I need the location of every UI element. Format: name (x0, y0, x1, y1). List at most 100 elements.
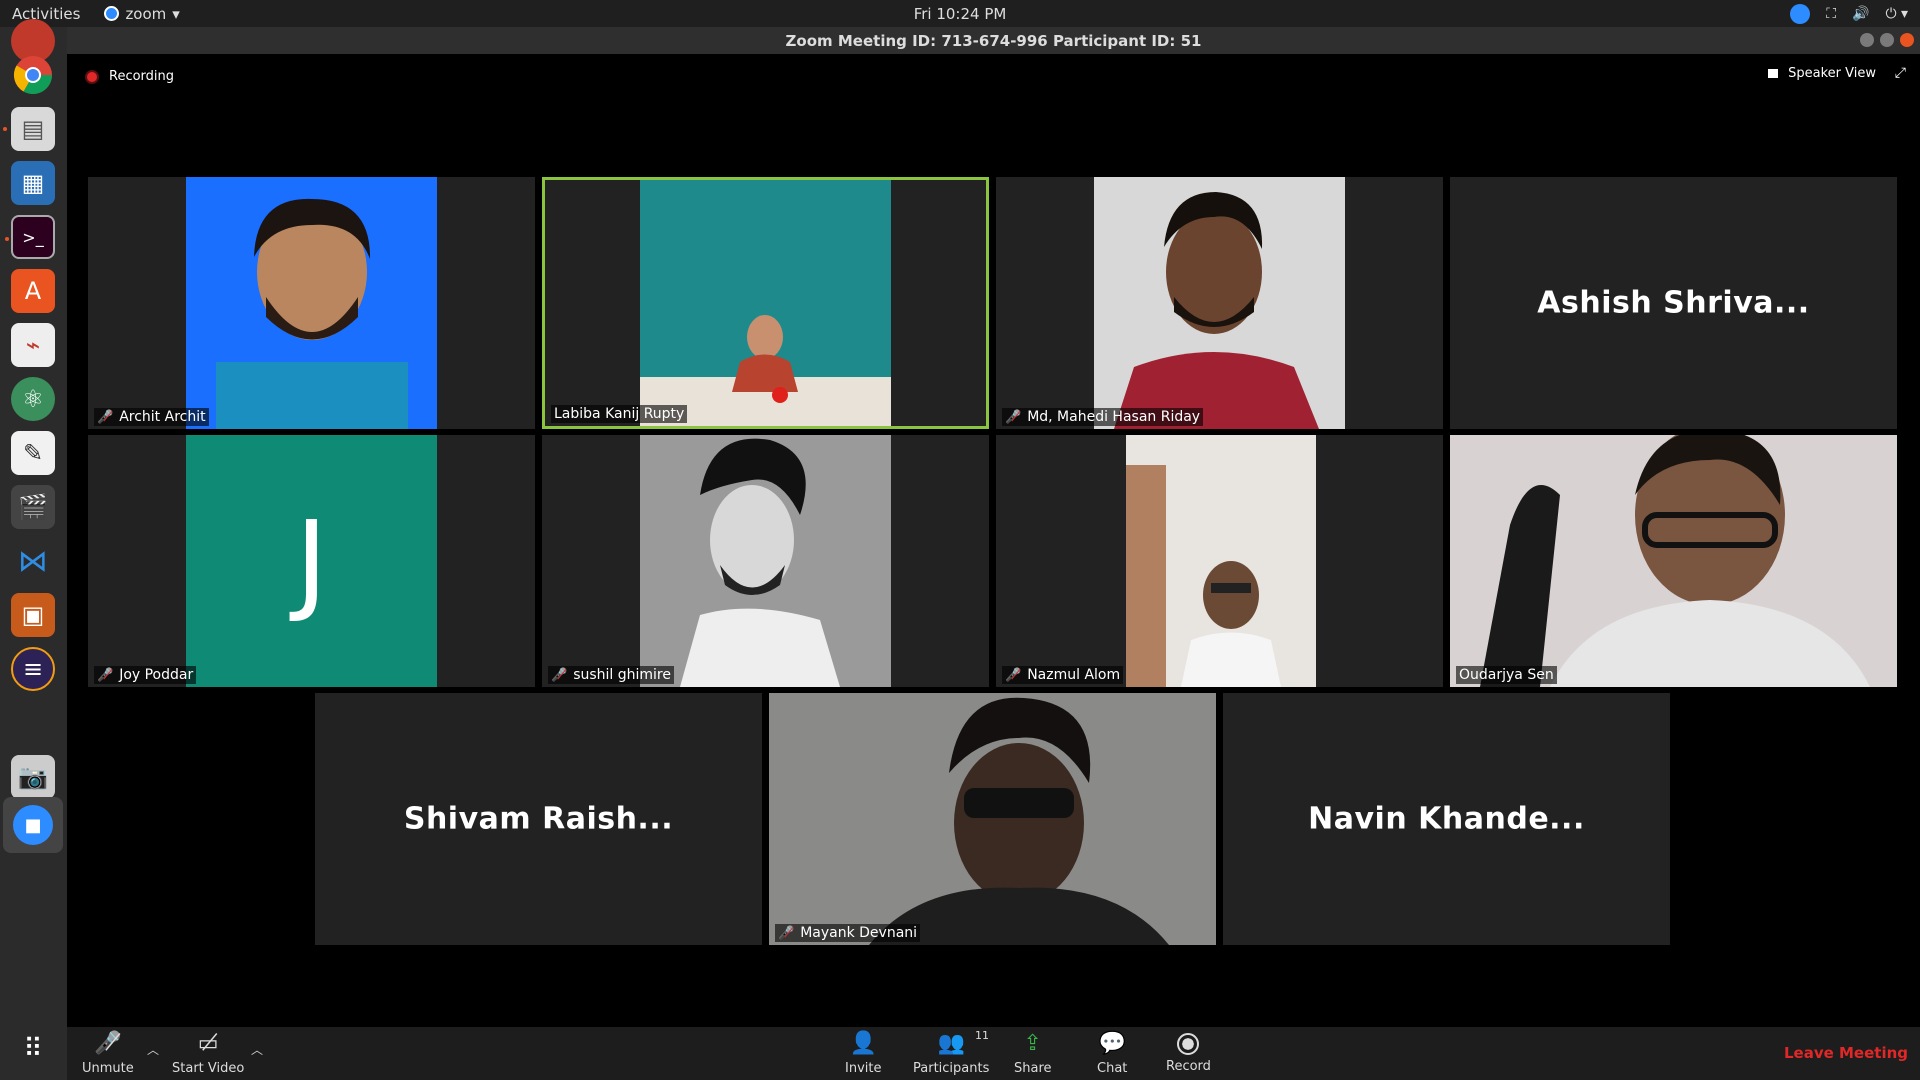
start-video-button[interactable]: ▭̸ Start Video (172, 1031, 244, 1076)
clock[interactable]: Fri 10:24 PM (914, 5, 1007, 23)
activities-button[interactable]: Activities (12, 5, 80, 23)
participant-video (1126, 435, 1316, 687)
participant-name: Labiba Kanij Rupty (554, 406, 685, 422)
chevron-down-icon: ▾ (172, 4, 180, 23)
muted-mic-icon: 🎤̸ (1005, 409, 1022, 425)
eclipse-icon[interactable]: ≡ (11, 647, 55, 691)
presentation-icon[interactable]: ▣ (11, 593, 55, 637)
unmute-label: Unmute (82, 1061, 134, 1076)
invite-button[interactable]: 👤 Invite (845, 1031, 881, 1076)
participant-tile-active-speaker[interactable]: Labiba Kanij Rupty (542, 177, 989, 429)
participant-tile-no-video[interactable]: Navin Khande... (1223, 693, 1670, 945)
share-button[interactable]: ⇪ Share (1014, 1031, 1052, 1076)
participants-icon: 👥 (937, 1031, 965, 1056)
software-center-icon[interactable]: A (11, 269, 55, 313)
atom-icon[interactable]: ⚛ (11, 377, 55, 421)
participant-name-tag: 🎤̸ Joy Poddar (94, 666, 197, 684)
participant-video (1094, 177, 1345, 429)
participant-name: Oudarjya Sen (1459, 667, 1554, 683)
participant-name: Archit Archit (119, 409, 206, 425)
window-controls (1860, 33, 1914, 47)
participant-name: Nazmul Alom (1027, 667, 1121, 683)
participant-video (640, 435, 891, 687)
zoom-camera-icon: ■ (13, 805, 53, 845)
audio-options-caret-icon[interactable]: ︿ (147, 1041, 159, 1058)
participant-tile[interactable]: Oudarjya Sen (1450, 435, 1897, 687)
participant-name-large: Shivam Raish... (403, 801, 674, 837)
participant-video (1450, 435, 1897, 687)
participant-tile[interactable]: 🎤̸ sushil ghimire (542, 435, 989, 687)
app-grid-icon[interactable]: ⠿ (11, 1027, 55, 1071)
fullscreen-icon[interactable]: ⤢ (1895, 65, 1906, 81)
document-icon[interactable]: ▦ (11, 161, 55, 205)
participant-name-tag: 🎤̸ Archit Archit (94, 408, 209, 426)
muted-mic-icon: 🎤̸ (97, 409, 114, 425)
participant-name-tag: 🎤̸ Nazmul Alom (1002, 666, 1124, 684)
zoom-dock-icon[interactable]: ■ (3, 797, 63, 853)
speaker-view-button[interactable]: Speaker View (1768, 66, 1876, 81)
participants-label: Participants (913, 1061, 990, 1076)
participant-tile[interactable]: 🎤̸ Md, Mahedi Hasan Riday (996, 177, 1443, 429)
participant-tile-no-video[interactable]: Shivam Raish... (315, 693, 762, 945)
invite-label: Invite (845, 1061, 882, 1076)
unmute-button[interactable]: 🎤̸ Unmute (82, 1031, 134, 1076)
participant-tile-no-video[interactable]: Ashish Shriva... (1450, 177, 1897, 429)
participant-name: sushil ghimire (573, 667, 671, 683)
files-icon[interactable]: ▤ (3, 107, 55, 151)
participant-tile[interactable]: 🎤̸ Mayank Devnani (769, 693, 1216, 945)
volume-icon[interactable]: 🔊 (1852, 6, 1869, 22)
text-editor-icon[interactable]: ✎ (11, 431, 55, 475)
speaker-view-label: Speaker View (1788, 66, 1876, 81)
start-video-label: Start Video (172, 1061, 245, 1076)
share-screen-icon: ⇪ (1023, 1031, 1042, 1056)
app-menu[interactable]: zoom ▾ (104, 4, 180, 23)
window-title: Zoom Meeting ID: 713-674-996 Participant… (785, 31, 1202, 50)
leave-meeting-button[interactable]: Leave Meeting (1784, 1044, 1908, 1062)
participant-name: Mayank Devnani (800, 925, 918, 941)
participant-tile-no-video[interactable]: J 🎤̸ Joy Poddar (88, 435, 535, 687)
pdf-reader-icon[interactable]: ⌁ (11, 323, 55, 367)
participant-name-large: Navin Khande... (1308, 801, 1585, 837)
participant-tile[interactable]: 🎤̸ Archit Archit (88, 177, 535, 429)
network-icon[interactable]: ⛶ (1826, 6, 1836, 22)
muted-mic-icon: 🎤̸ (778, 925, 795, 941)
close-button[interactable] (1900, 33, 1914, 47)
clock-container: Fri 10:24 PM (0, 5, 1920, 23)
participant-name-tag: Oudarjya Sen (1456, 666, 1557, 684)
ubuntu-dock: ▤ ▦ >_ A ⌁ ⚛ ✎ 🎬 ⋈ ▣ ≡ 📷 ■ ⠿ (0, 19, 67, 1080)
participant-name: Md, Mahedi Hasan Riday (1027, 409, 1201, 425)
chat-button[interactable]: 💬 Chat (1097, 1031, 1127, 1076)
camera-icon[interactable]: 📷 (11, 755, 55, 799)
zoom-window-titlebar: Zoom Meeting ID: 713-674-996 Participant… (67, 27, 1920, 54)
chat-label: Chat (1097, 1061, 1128, 1076)
participant-video (640, 180, 891, 426)
video-editor-icon[interactable]: 🎬 (11, 485, 55, 529)
record-dot-icon (87, 71, 97, 82)
maximize-button[interactable] (1880, 33, 1894, 47)
muted-mic-icon: 🎤̸ (551, 667, 568, 683)
system-top-bar: Activities zoom ▾ Fri 10:24 PM ⛶ 🔊 ⏻ ▾ (0, 0, 1920, 27)
participant-name-large: Ashish Shriva... (1537, 285, 1810, 321)
record-button[interactable]: Record (1166, 1031, 1211, 1074)
chrome-icon[interactable] (11, 53, 55, 97)
power-icon[interactable]: ⏻ ▾ (1885, 6, 1908, 22)
add-user-icon: 👤 (849, 1031, 877, 1056)
zoom-tray-icon[interactable] (1790, 3, 1811, 24)
running-indicator (3, 127, 7, 131)
system-tray: ⛶ 🔊 ⏻ ▾ (1790, 0, 1908, 27)
participant-name-tag: Labiba Kanij Rupty (551, 405, 688, 423)
record-icon (1177, 1033, 1200, 1055)
participant-tile[interactable]: 🎤̸ Nazmul Alom (996, 435, 1443, 687)
recording-indicator: Recording (87, 69, 174, 84)
participant-video (769, 693, 1216, 945)
muted-mic-icon: 🎤̸ (1005, 667, 1022, 683)
terminal-icon[interactable]: >_ (5, 215, 55, 259)
vscode-icon[interactable]: ⋈ (11, 539, 55, 583)
participants-button[interactable]: 👥 11 Participants (913, 1029, 990, 1076)
participants-count: 11 (975, 1029, 989, 1042)
minimize-button[interactable] (1860, 33, 1874, 47)
video-options-caret-icon[interactable]: ︿ (251, 1041, 263, 1058)
meeting-toolbar: 🎤̸ Unmute ︿ ▭̸ Start Video ︿ 👤 Invite 👥 … (67, 1027, 1920, 1080)
recording-label: Recording (109, 69, 175, 84)
video-off-icon: ▭̸ (197, 1031, 219, 1056)
